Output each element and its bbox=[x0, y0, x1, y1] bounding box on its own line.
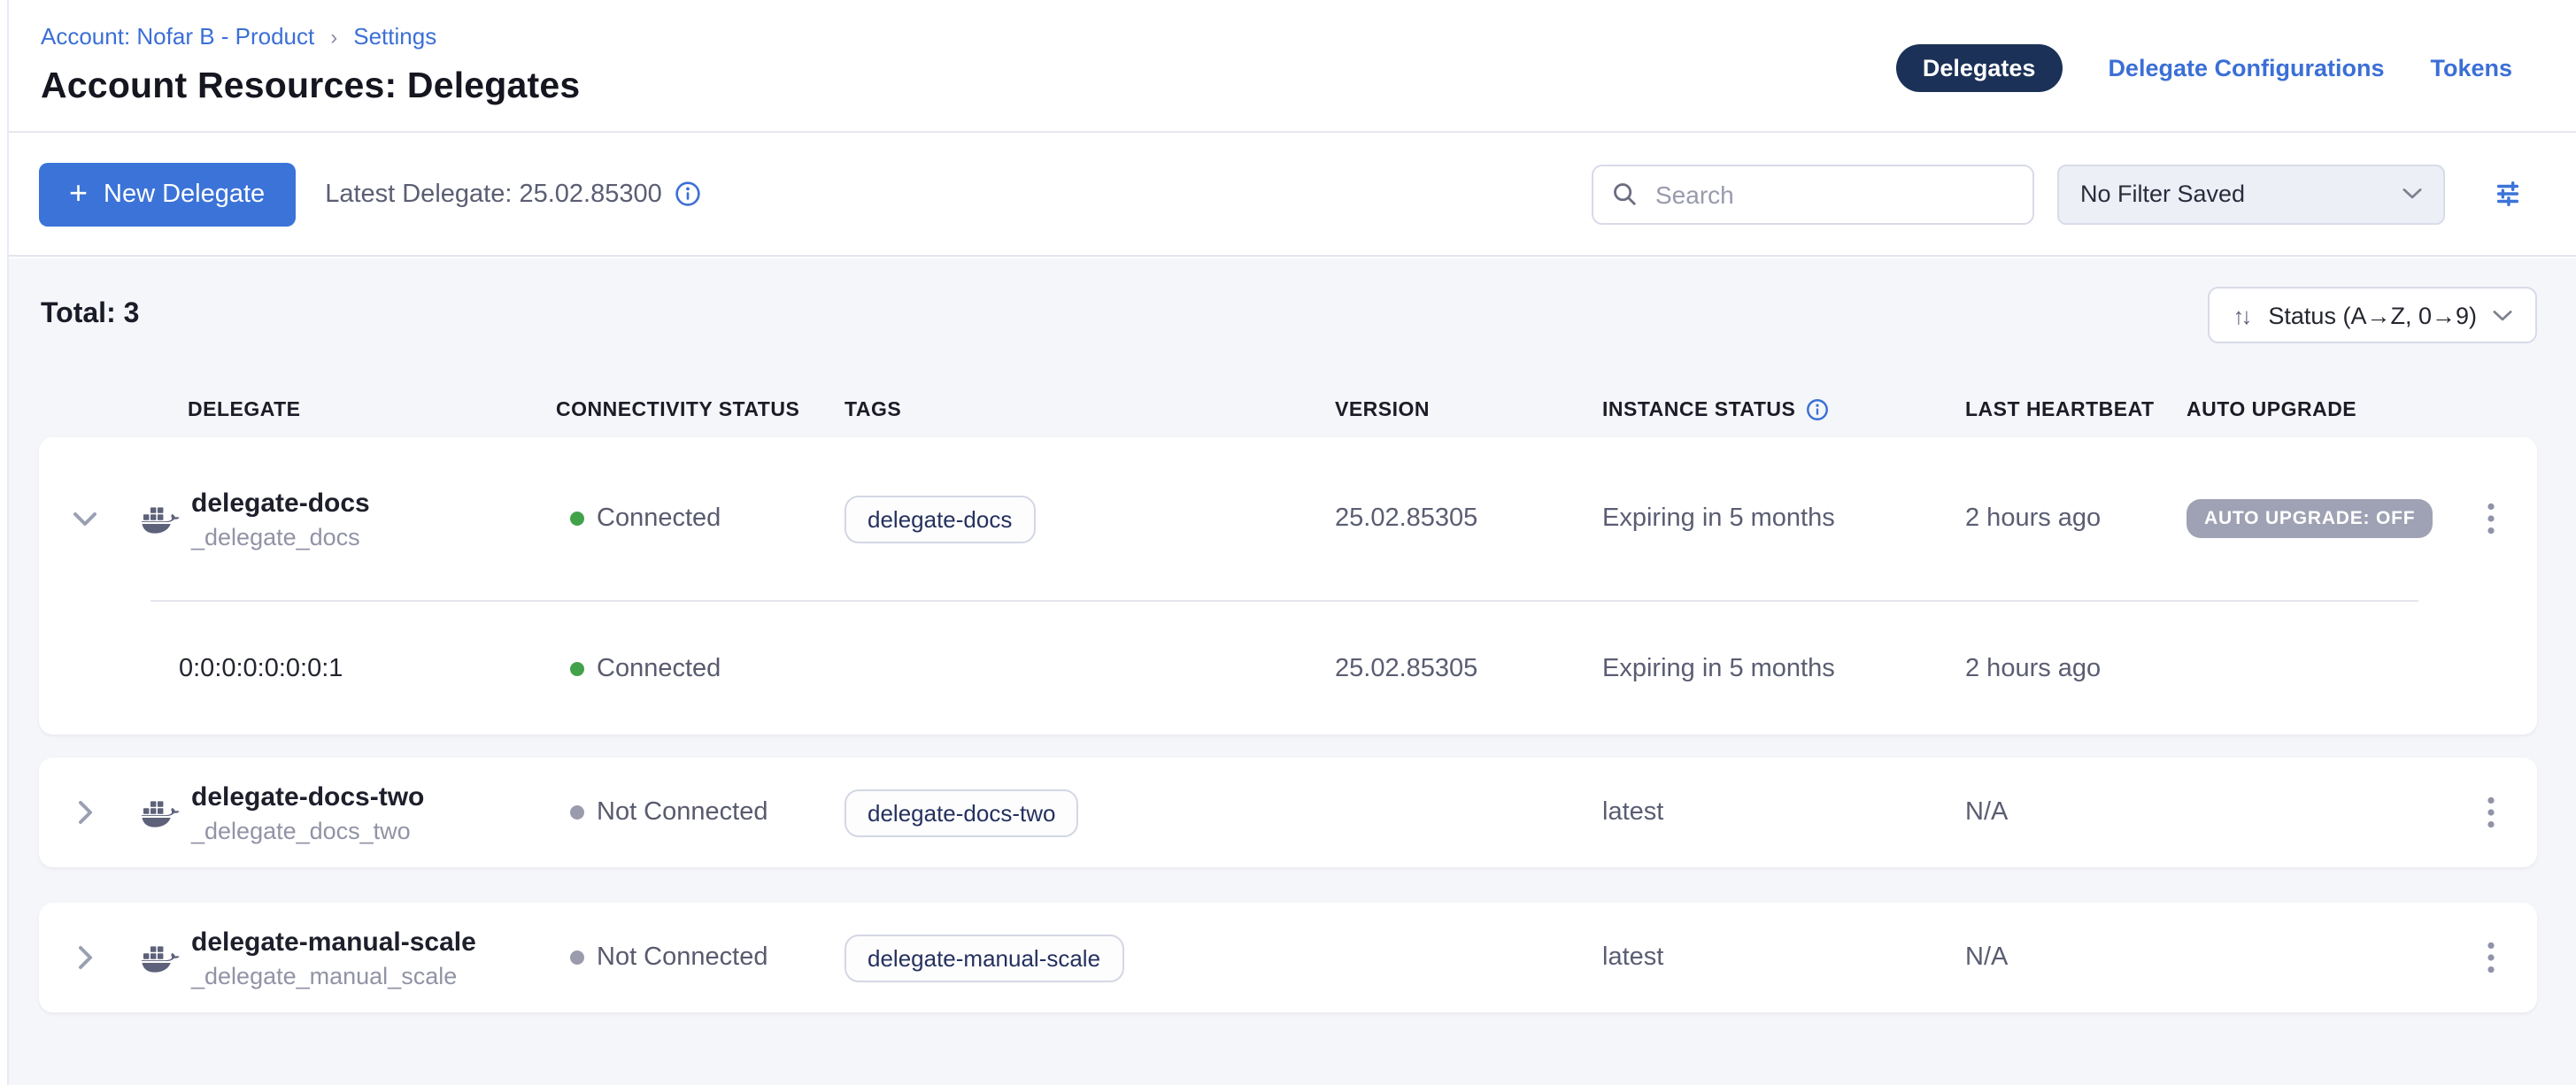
header-tabs: Delegates Delegate Configurations Tokens bbox=[1896, 0, 2512, 131]
expander-expand-icon[interactable] bbox=[39, 800, 131, 825]
instance-host: 0:0:0:0:0:0:0:1 bbox=[131, 654, 556, 682]
docker-icon bbox=[140, 796, 181, 829]
row-menu-kebab-icon[interactable] bbox=[2443, 942, 2537, 973]
sort-select[interactable]: ↑↓ Status (A→Z, 0→9) bbox=[2208, 287, 2537, 343]
last-heartbeat: N/A bbox=[1965, 943, 2187, 972]
instance-status: latest bbox=[1602, 798, 1965, 827]
table-row[interactable]: delegate-manual-scale _delegate_manual_s… bbox=[39, 903, 2537, 1012]
delegate-id: _delegate_docs_two bbox=[191, 817, 424, 843]
disconnected-status-dot bbox=[570, 805, 584, 820]
col-header-delegate: Delegate bbox=[131, 399, 556, 420]
connectivity-status: Connected bbox=[597, 654, 721, 682]
delegate-row-delegate-manual-scale: delegate-manual-scale _delegate_manual_s… bbox=[39, 903, 2537, 1012]
toolbar: + New Delegate Latest Delegate: 25.02.85… bbox=[0, 133, 2576, 257]
delegate-id: _delegate_docs bbox=[191, 523, 370, 550]
col-header-connectivity-status: Connectivity Status bbox=[556, 399, 845, 420]
saved-filter-select[interactable]: No Filter Saved bbox=[2057, 164, 2445, 224]
info-icon[interactable] bbox=[1806, 398, 1829, 421]
delegate-name: delegate-manual-scale bbox=[191, 927, 476, 957]
docker-icon bbox=[140, 502, 181, 535]
connectivity-status: Connected bbox=[597, 504, 721, 533]
expander-collapse-icon[interactable] bbox=[39, 511, 131, 527]
breadcrumb-account-link[interactable]: Account: Nofar B - Product bbox=[41, 23, 314, 50]
new-delegate-button[interactable]: + New Delegate bbox=[39, 162, 295, 226]
col-header-instance-status: Instance Status bbox=[1602, 398, 1965, 421]
tab-tokens[interactable]: Tokens bbox=[2430, 55, 2512, 81]
delegate-name: delegate-docs bbox=[191, 488, 370, 518]
tag-chip: delegate-manual-scale bbox=[845, 934, 1123, 981]
delegate-row-delegate-docs: delegate-docs _delegate_docs Connected d… bbox=[39, 437, 2537, 735]
sort-arrows-icon: ↑↓ bbox=[2233, 302, 2248, 328]
total-count: Total: 3 bbox=[41, 299, 139, 331]
last-heartbeat: 2 hours ago bbox=[1965, 654, 2187, 682]
row-menu-kebab-icon[interactable] bbox=[2443, 796, 2537, 828]
breadcrumb: Account: Nofar B - Product › Settings bbox=[41, 23, 580, 50]
filter-settings-icon[interactable] bbox=[2493, 179, 2523, 209]
tab-delegates[interactable]: Delegates bbox=[1896, 44, 2063, 92]
connectivity-status: Not Connected bbox=[597, 798, 767, 827]
col-header-version: Version bbox=[1335, 399, 1602, 420]
search-icon bbox=[1611, 181, 1638, 207]
connected-status-dot bbox=[570, 661, 584, 675]
breadcrumb-separator: › bbox=[330, 24, 337, 49]
left-rail-divider bbox=[0, 0, 9, 1085]
search-input[interactable] bbox=[1652, 178, 2015, 210]
docker-icon bbox=[140, 941, 181, 974]
page-header: Account: Nofar B - Product › Settings Ac… bbox=[0, 0, 2576, 133]
col-header-last-heartbeat: Last Heartbeat bbox=[1965, 399, 2187, 420]
delegates-page: Account: Nofar B - Product › Settings Ac… bbox=[0, 0, 2576, 1085]
page-title: Account Resources: Delegates bbox=[41, 65, 580, 108]
col-header-tags: Tags bbox=[845, 399, 1335, 420]
delegate-version: 25.02.85305 bbox=[1335, 504, 1602, 533]
instance-status: latest bbox=[1602, 943, 1965, 972]
latest-delegate-version: Latest Delegate: 25.02.85300 bbox=[325, 180, 701, 208]
disconnected-status-dot bbox=[570, 950, 584, 965]
plus-icon: + bbox=[69, 176, 88, 208]
expander-expand-icon[interactable] bbox=[39, 945, 131, 970]
chevron-down-icon bbox=[2402, 188, 2422, 200]
connectivity-status: Not Connected bbox=[597, 943, 767, 972]
col-header-auto-upgrade: Auto Upgrade bbox=[2187, 399, 2443, 420]
tag-chip: delegate-docs-two bbox=[845, 789, 1078, 836]
chevron-down-icon bbox=[2493, 309, 2512, 321]
delegate-row-delegate-docs-two: delegate-docs-two _delegate_docs_two Not… bbox=[39, 758, 2537, 867]
table-header: Delegate Connectivity Status Tags Versio… bbox=[39, 398, 2537, 421]
table-row[interactable]: delegate-docs-two _delegate_docs_two Not… bbox=[39, 758, 2537, 867]
table-row[interactable]: delegate-docs _delegate_docs Connected d… bbox=[39, 437, 2537, 600]
auto-upgrade-badge: AUTO UPGRADE: OFF bbox=[2187, 499, 2433, 538]
last-heartbeat: 2 hours ago bbox=[1965, 504, 2187, 533]
delegate-name: delegate-docs-two bbox=[191, 781, 424, 812]
tab-delegate-configurations[interactable]: Delegate Configurations bbox=[2108, 55, 2384, 81]
tag-chip: delegate-docs bbox=[845, 495, 1035, 542]
instance-status: Expiring in 5 months bbox=[1602, 654, 1965, 682]
search-box bbox=[1592, 164, 2034, 224]
instance-version: 25.02.85305 bbox=[1335, 654, 1602, 682]
breadcrumb-settings-link[interactable]: Settings bbox=[353, 23, 436, 50]
row-menu-kebab-icon[interactable] bbox=[2443, 503, 2537, 535]
delegate-id: _delegate_manual_scale bbox=[191, 962, 476, 989]
instance-status: Expiring in 5 months bbox=[1602, 504, 1965, 533]
last-heartbeat: N/A bbox=[1965, 798, 2187, 827]
info-icon[interactable] bbox=[675, 181, 701, 207]
delegate-instance-row: 0:0:0:0:0:0:0:1 Connected 25.02.85305 Ex… bbox=[39, 602, 2537, 735]
connected-status-dot bbox=[570, 512, 584, 526]
delegates-list-area: Total: 3 ↑↓ Status (A→Z, 0→9) Delegate C… bbox=[9, 258, 2576, 1085]
